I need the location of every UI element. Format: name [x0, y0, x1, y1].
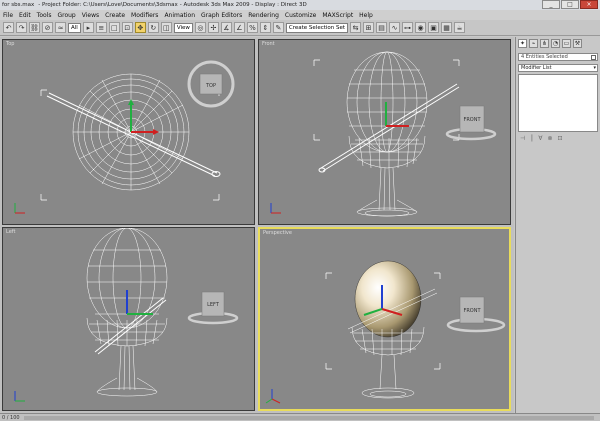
menu-edit[interactable]: Edit: [19, 12, 31, 19]
named-selection-set-dropdown[interactable]: Create Selection Set: [285, 22, 349, 33]
select-and-move-icon[interactable]: ✥: [134, 22, 146, 33]
menu-views[interactable]: Views: [82, 12, 99, 19]
app-title: - Autodesk 3ds Max 2009 - Display : Dire…: [179, 2, 307, 8]
left-view-wireframe: LEFT: [14, 228, 239, 402]
create-tab-icon[interactable]: ✦: [518, 39, 527, 48]
schematic-view-icon[interactable]: ⊶: [402, 22, 414, 33]
motion-tab-icon[interactable]: ◔: [551, 39, 560, 48]
viewport-perspective[interactable]: Perspective FRONT: [258, 227, 511, 411]
viewport-front[interactable]: Front FRONT: [258, 39, 511, 225]
hierarchy-tab-icon[interactable]: ⋔: [540, 39, 549, 48]
file-name: for sbs.max: [2, 2, 35, 8]
manipulate-icon[interactable]: ✢: [207, 22, 219, 33]
selection-filter-dropdown[interactable]: All: [68, 22, 81, 33]
frame-counter[interactable]: 0 / 100: [2, 415, 20, 421]
selection-name-field[interactable]: 4 Entities Selected: [518, 53, 598, 61]
command-panel-tabs: ✦ ⌁ ⋔ ◔ ▭ ⚒: [516, 37, 600, 50]
remove-modifier-icon[interactable]: ⊗: [547, 135, 552, 142]
modifier-list-label: Modifier List: [521, 65, 552, 71]
menu-bar: File Edit Tools Group Views Create Modif…: [0, 10, 600, 20]
utilities-tab-icon[interactable]: ⚒: [573, 39, 582, 48]
show-end-result-icon[interactable]: ⎮: [530, 135, 533, 142]
viewcube-label: FRONT: [463, 117, 481, 123]
select-by-name-icon[interactable]: ≡: [95, 22, 107, 33]
window-crossing-icon[interactable]: ⊡: [121, 22, 133, 33]
perspective-view-shaded: FRONT: [265, 260, 506, 404]
link-icon[interactable]: ⛓: [29, 22, 40, 33]
menu-animation[interactable]: Animation: [164, 12, 195, 19]
minimize-button[interactable]: _: [542, 0, 560, 9]
close-button[interactable]: ×: [580, 0, 598, 9]
viewport-left[interactable]: Left LEFT: [2, 227, 255, 411]
menu-customize[interactable]: Customize: [285, 12, 317, 19]
modify-tab-icon[interactable]: ⌁: [529, 39, 538, 48]
viewport-top[interactable]: Top TOP: [2, 39, 255, 225]
menu-create[interactable]: Create: [105, 12, 125, 19]
rectangular-selection-icon[interactable]: □: [108, 22, 120, 33]
main-toolbar: ↶ ↷ ⛓ ⊘ ≈ All ▸ ≡ □ ⊡ ✥ ↻ ◫ View ◎ ✢ ∡ ∠…: [0, 20, 600, 36]
material-editor-icon[interactable]: ◉: [415, 22, 427, 33]
percent-snap-icon[interactable]: %: [246, 22, 258, 33]
pivot-center-icon[interactable]: ◎: [194, 22, 206, 33]
menu-maxscript[interactable]: MAXScript: [322, 12, 353, 19]
redo-icon[interactable]: ↷: [16, 22, 27, 33]
undo-icon[interactable]: ↶: [3, 22, 14, 33]
align-icon[interactable]: ⊞: [363, 22, 375, 33]
object-color-swatch[interactable]: [591, 55, 596, 60]
display-tab-icon[interactable]: ▭: [562, 39, 571, 48]
curve-editor-icon[interactable]: ∿: [389, 22, 401, 33]
menu-help[interactable]: Help: [359, 12, 373, 19]
layer-manager-icon[interactable]: ▤: [376, 22, 388, 33]
spinner-snap-icon[interactable]: ⇕: [259, 22, 271, 33]
make-unique-icon[interactable]: ∀: [538, 135, 542, 142]
selection-name-text: 4 Entities Selected: [521, 54, 568, 60]
stack-buttons: ⊣ ⎮ ∀ ⊗ ⊡: [516, 132, 600, 145]
select-and-scale-icon[interactable]: ◫: [160, 22, 172, 33]
render-setup-icon[interactable]: ▣: [428, 22, 440, 33]
edit-named-selection-icon[interactable]: ✎: [272, 22, 284, 33]
configure-modifier-sets-icon[interactable]: ⊡: [558, 135, 563, 142]
menu-file[interactable]: File: [3, 12, 13, 19]
time-slider-bar: 0 / 100: [0, 413, 600, 421]
render-frame-icon[interactable]: ▦: [441, 22, 453, 33]
select-and-rotate-icon[interactable]: ↻: [147, 22, 159, 33]
chevron-down-icon: ▾: [593, 65, 596, 71]
select-object-icon[interactable]: ▸: [82, 22, 94, 33]
angle-snap-icon[interactable]: ∠: [233, 22, 245, 33]
front-view-wireframe: FRONT: [270, 51, 497, 217]
modifier-list-dropdown[interactable]: Modifier List ▾: [518, 64, 598, 72]
viewcube-label: LEFT: [207, 302, 220, 308]
top-view-wireframe: TOP: [14, 60, 235, 214]
viewcube-label: TOP: [205, 83, 216, 89]
bind-space-warp-icon[interactable]: ≈: [55, 22, 66, 33]
menu-graph-editors[interactable]: Graph Editors: [201, 12, 242, 19]
project-folder: - Project Folder: C:\Users\Love\Document…: [38, 2, 178, 8]
modifier-stack[interactable]: [518, 74, 598, 132]
menu-modifiers[interactable]: Modifiers: [131, 12, 158, 19]
menu-group[interactable]: Group: [57, 12, 75, 19]
title-bar: for sbs.max - Project Folder: C:\Users\L…: [0, 0, 600, 10]
unlink-icon[interactable]: ⊘: [42, 22, 53, 33]
menu-rendering[interactable]: Rendering: [248, 12, 279, 19]
snaps-toggle-icon[interactable]: ∡: [220, 22, 232, 33]
maximize-button[interactable]: □: [561, 0, 579, 9]
reference-coordinate-dropdown[interactable]: View: [173, 22, 193, 33]
command-panel: ✦ ⌁ ⋔ ◔ ▭ ⚒ 4 Entities Selected Modifier…: [515, 37, 600, 413]
quick-render-icon[interactable]: ☕: [454, 22, 466, 33]
viewport-area: Top TOP Front FRONT Left LEFT Perspectiv…: [0, 37, 514, 413]
time-slider-track[interactable]: [23, 415, 594, 420]
viewcube-label: FRONT: [463, 308, 481, 314]
menu-tools[interactable]: Tools: [37, 12, 52, 19]
pin-stack-icon[interactable]: ⊣: [520, 135, 525, 142]
mirror-icon[interactable]: ⇆: [350, 22, 362, 33]
